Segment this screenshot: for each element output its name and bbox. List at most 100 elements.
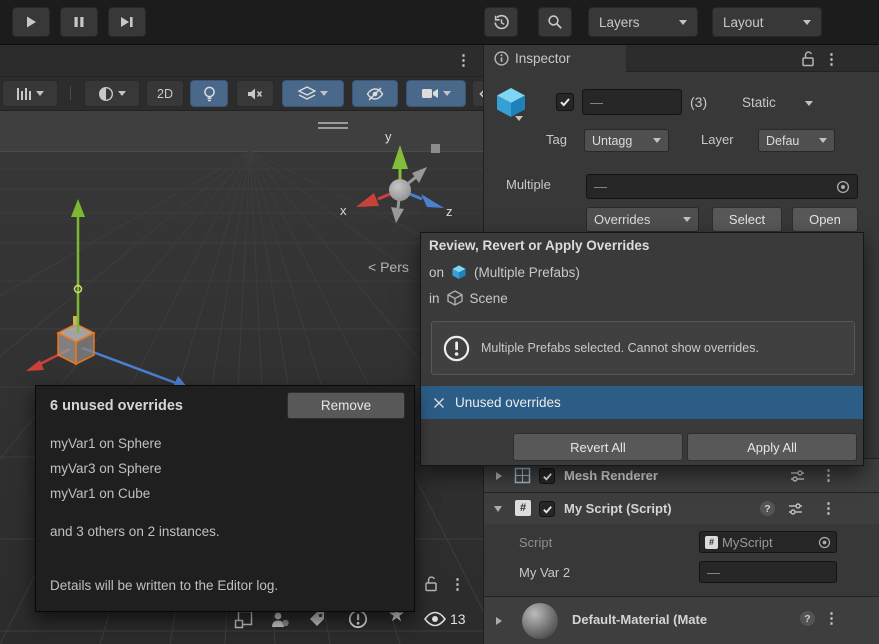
scene-lighting-toggle[interactable] (190, 80, 228, 107)
search-button[interactable] (538, 7, 572, 37)
scene-camera-dropdown[interactable] (406, 80, 466, 107)
toolbar-divider (70, 86, 71, 100)
lock-icon[interactable] (801, 50, 816, 70)
check-icon (542, 504, 553, 515)
history-icon (493, 14, 510, 31)
visibility-eye-icon[interactable] (424, 611, 446, 630)
undo-history-button[interactable] (484, 7, 518, 37)
my-var2-label: My Var 2 (519, 565, 570, 580)
chevron-down-icon (320, 91, 328, 96)
remove-button[interactable]: Remove (287, 392, 405, 419)
warning-icon (443, 335, 470, 362)
effects-layers-icon (298, 86, 316, 102)
override-entry: myVar1 on Cube (50, 486, 150, 501)
selection-count: (3) (690, 94, 707, 110)
apply-all-button[interactable]: Apply All (687, 433, 857, 461)
my-var2-value: — (707, 565, 720, 580)
mode-2d-toggle[interactable]: 2D (146, 80, 184, 107)
foldout-icon[interactable] (494, 506, 502, 512)
layers-dropdown[interactable]: Layers (588, 7, 698, 37)
overrides-target-line: on (Multiple Prefabs) (429, 264, 580, 280)
splitter-handle[interactable] (318, 122, 348, 129)
inspector-tab-bar: Inspector ⋮ (484, 45, 879, 72)
foldout-icon[interactable] (496, 617, 502, 625)
name-field[interactable]: — (582, 89, 682, 115)
active-checkbox[interactable] (556, 93, 574, 111)
shading-mode-dropdown[interactable] (84, 80, 140, 107)
foldout-icon[interactable] (496, 472, 502, 480)
layout-dropdown[interactable]: Layout (712, 7, 822, 37)
scene-overlay-menu-icon[interactable]: ⋮ (450, 577, 465, 592)
scene-effects-dropdown[interactable] (282, 80, 344, 107)
tag-label: Tag (546, 132, 567, 147)
unused-overrides-row[interactable]: Unused overrides (421, 386, 863, 419)
open-button-label: Open (809, 212, 841, 227)
overrides-dropdown-label: Overrides (594, 212, 650, 227)
icon-picker-chevron-icon[interactable] (515, 116, 523, 121)
override-entry: myVar3 on Sphere (50, 461, 162, 476)
perspective-label[interactable]: < Pers (368, 259, 409, 275)
multiple-label: Multiple (506, 177, 551, 192)
layer-dropdown[interactable]: Defau (758, 129, 835, 152)
gizmo-y-label[interactable]: y (385, 129, 392, 144)
script-icon: # (515, 500, 531, 516)
object-picker-icon[interactable] (836, 180, 850, 194)
close-icon (433, 397, 445, 409)
script-value: MyScript (722, 535, 773, 550)
component-menu-icon[interactable]: ⋮ (821, 468, 836, 483)
chevron-down-icon (683, 217, 691, 222)
open-button[interactable]: Open (792, 207, 858, 232)
frame-icon[interactable] (234, 610, 253, 632)
tag-dropdown[interactable]: Untagg (584, 129, 669, 152)
chevron-down-icon (443, 91, 451, 96)
toolbar-overflow-button[interactable] (472, 80, 483, 107)
component-menu-icon[interactable]: ⋮ (821, 501, 836, 516)
step-icon (120, 16, 134, 28)
select-button[interactable]: Select (712, 207, 782, 232)
unlock-icon[interactable] (424, 575, 439, 595)
grid-snap-dropdown[interactable] (2, 80, 58, 107)
pause-button[interactable] (60, 7, 98, 37)
alert-icon[interactable] (348, 609, 368, 632)
visibility-count: 13 (450, 611, 466, 627)
camera-icon (421, 87, 439, 100)
material-header[interactable]: Default-Material (Mate ? ⋮ (484, 596, 879, 644)
revert-all-button[interactable]: Revert All (513, 433, 683, 461)
scene-icon (447, 290, 463, 306)
component-enabled-checkbox[interactable] (539, 468, 555, 484)
step-button[interactable] (108, 7, 146, 37)
gizmo-x-label[interactable]: x (340, 203, 347, 218)
tag-icon[interactable] (308, 610, 326, 631)
inspector-menu-icon[interactable]: ⋮ (824, 52, 839, 67)
component-title: Mesh Renderer (564, 468, 658, 483)
help-icon[interactable]: ? (800, 611, 815, 626)
select-button-label: Select (729, 212, 765, 227)
component-menu-icon[interactable]: ⋮ (824, 611, 839, 626)
help-icon[interactable]: ? (760, 501, 775, 516)
play-button[interactable] (12, 7, 50, 37)
scene-visibility-toggle[interactable] (352, 80, 398, 107)
my-script-header[interactable]: # My Script (Script) ? ⋮ (484, 492, 879, 524)
script-field[interactable]: # MyScript (699, 531, 837, 553)
in-label: in (429, 291, 440, 306)
static-dropdown-chevron-icon[interactable] (805, 101, 813, 106)
collab-icon[interactable] (270, 610, 290, 632)
tag-value: Untagg (592, 134, 632, 148)
presets-icon[interactable] (788, 502, 803, 519)
overrides-dropdown[interactable]: Overrides (586, 207, 699, 232)
my-var2-field[interactable]: — (699, 561, 837, 583)
remove-button-label: Remove (321, 398, 371, 413)
object-picker-icon[interactable] (818, 536, 831, 549)
multiple-field[interactable]: — (586, 174, 858, 199)
presets-icon[interactable] (790, 469, 805, 486)
chevron-down-icon (653, 138, 661, 143)
static-label: Static (742, 95, 776, 110)
gizmo-z-label[interactable]: z (446, 204, 453, 219)
tab-inspector[interactable]: Inspector (484, 45, 626, 72)
warning-text: Multiple Prefabs selected. Cannot show o… (481, 341, 759, 355)
scene-tab-menu-icon[interactable]: ⋮ (456, 53, 471, 68)
component-enabled-checkbox[interactable] (539, 501, 555, 517)
layer-value: Defau (766, 134, 799, 148)
tooltip-title: 6 unused overrides (50, 398, 183, 414)
scene-audio-toggle[interactable] (236, 80, 274, 107)
